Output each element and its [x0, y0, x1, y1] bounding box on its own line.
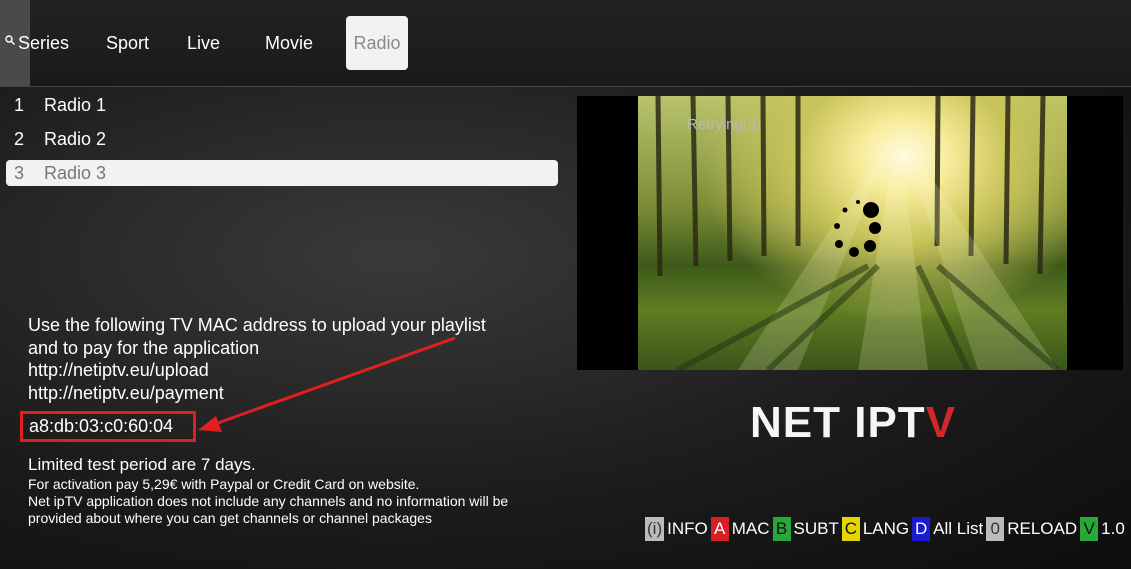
disclaimer-text: provided about where you can get channel…	[28, 510, 432, 526]
tab-movie[interactable]: Movie	[265, 16, 343, 70]
loading-spinner-icon	[834, 200, 881, 257]
key-legend: (i) INFO A MAC B SUBT C LANG D All List …	[645, 517, 1128, 541]
category-tabs: Series Sport Live Movie Radio	[18, 16, 408, 70]
channel-name: Radio 2	[44, 128, 107, 149]
red-key[interactable]: A	[710, 517, 729, 541]
info-line: Use the following TV MAC address to uplo…	[28, 315, 486, 335]
channel-number: 2	[14, 128, 25, 149]
legend-label: LANG	[862, 519, 910, 538]
channel-row-selected[interactable]: 3 Radio 3	[6, 160, 558, 186]
upload-url: http://netiptv.eu/upload	[28, 360, 209, 380]
tab-live[interactable]: Live	[187, 16, 265, 70]
video-frame: Retrying(3)	[638, 96, 1067, 370]
legend-label: RELOAD	[1007, 519, 1078, 538]
green-key[interactable]: B	[772, 517, 791, 541]
video-player[interactable]: Retrying(3)	[577, 96, 1123, 370]
channel-name: Radio 1	[44, 94, 107, 115]
blue-key[interactable]: D	[912, 517, 931, 541]
search-icon	[5, 35, 15, 45]
channel-number: 3	[14, 162, 25, 183]
trial-text: Limited test period are 7 days.	[28, 455, 256, 474]
channel-row[interactable]: 1 Radio 1	[6, 92, 558, 118]
yellow-key[interactable]: C	[841, 517, 860, 541]
legend-label: SUBT	[793, 519, 839, 538]
channel-row[interactable]: 2 Radio 2	[6, 126, 558, 152]
channel-list: 1 Radio 1 2 Radio 2 3 Radio 3	[6, 92, 558, 194]
version-key[interactable]: V	[1080, 517, 1099, 541]
info-key[interactable]: (i)	[645, 517, 665, 541]
terms: Limited test period are 7 days. For acti…	[28, 454, 568, 527]
legend-label: MAC	[731, 519, 770, 538]
disclaimer-text: Net ipTV application does not include an…	[28, 493, 509, 509]
activation-text: For activation pay 5,29€ with Paypal or …	[28, 476, 420, 492]
reload-key[interactable]: 0	[986, 517, 1005, 541]
activation-info: Use the following TV MAC address to uplo…	[28, 314, 568, 404]
app-logo: NET IPTV	[750, 398, 957, 447]
top-nav: Series Sport Live Movie Radio	[0, 0, 1131, 87]
payment-url: http://netiptv.eu/payment	[28, 382, 224, 403]
legend-label: All List	[933, 519, 984, 538]
channel-number: 1	[14, 94, 25, 115]
channel-name: Radio 3	[44, 162, 107, 183]
info-line: and to pay for the application	[28, 337, 260, 358]
player-status: Retrying(3)	[687, 116, 762, 133]
mac-address: a8:db:03:c0:60:04	[20, 411, 196, 442]
tab-series[interactable]: Series	[18, 16, 106, 70]
legend-label: INFO	[667, 519, 708, 538]
tab-sport[interactable]: Sport	[106, 16, 187, 70]
tab-radio[interactable]: Radio	[346, 16, 408, 70]
version-label: 1.0	[1101, 519, 1125, 538]
